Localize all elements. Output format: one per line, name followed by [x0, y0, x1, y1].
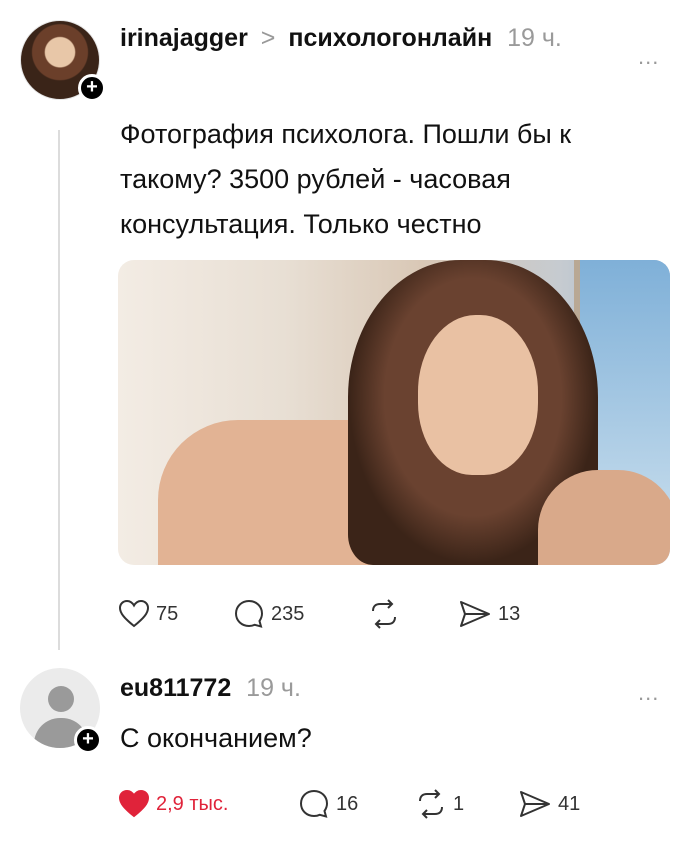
comment-repost-button[interactable]: 1	[415, 787, 464, 821]
comment-text: С окончанием?	[120, 723, 312, 753]
follow-plus-icon[interactable]: +	[78, 74, 106, 102]
avatar-head	[48, 686, 74, 712]
heart-icon	[118, 599, 150, 628]
like-count: 75	[156, 602, 179, 625]
breadcrumb-separator: >	[260, 24, 276, 52]
post-author-avatar[interactable]: +	[20, 20, 106, 102]
comment-share-count: 41	[558, 792, 581, 815]
follow-plus-icon[interactable]: +	[74, 726, 102, 754]
comment-reply-button[interactable]: 16	[298, 787, 358, 821]
comment-like-button[interactable]: 2,9 тыс.	[118, 787, 228, 821]
comment-icon	[299, 789, 329, 818]
comment-time: 19 ч.	[246, 674, 301, 702]
repost-icon	[372, 599, 396, 629]
post-photo[interactable]	[118, 260, 670, 565]
share-icon	[520, 791, 550, 817]
heart-icon	[118, 789, 150, 818]
share-icon	[460, 601, 490, 627]
post-header: irinajagger > психологонлайн 19 ч.	[120, 22, 620, 54]
community-link[interactable]: психологонлайн	[288, 24, 492, 52]
repost-icon	[419, 789, 443, 819]
more-icon[interactable]: ...	[638, 680, 659, 706]
more-icon[interactable]: ...	[638, 44, 659, 70]
comment-reply-count: 16	[336, 792, 359, 815]
comment-username[interactable]: eu811772	[120, 674, 231, 702]
repost-button[interactable]	[368, 597, 400, 631]
comment-header: eu811772 19 ч.	[120, 672, 301, 704]
comment-icon	[234, 599, 264, 628]
comment-repost-count: 1	[453, 792, 465, 815]
post-actions: 75 235 13	[118, 597, 638, 631]
photo-face	[418, 315, 538, 475]
share-count: 13	[498, 602, 521, 625]
comment-actions: 2,9 тыс. 16 1 41	[118, 787, 638, 821]
comment-button[interactable]: 235	[233, 597, 304, 631]
like-button[interactable]: 75	[118, 597, 178, 631]
post-username[interactable]: irinajagger	[120, 24, 248, 52]
share-button[interactable]: 13	[458, 597, 520, 631]
thread-line	[58, 130, 60, 650]
comment-count: 235	[271, 602, 305, 625]
comment-like-count: 2,9 тыс.	[156, 792, 229, 815]
post-time: 19 ч.	[507, 24, 562, 52]
comment-share-button[interactable]: 41	[518, 787, 580, 821]
post-text: Фотография психолога. Пошли бы к такому?…	[120, 119, 572, 239]
photo-shoulder	[538, 470, 670, 565]
